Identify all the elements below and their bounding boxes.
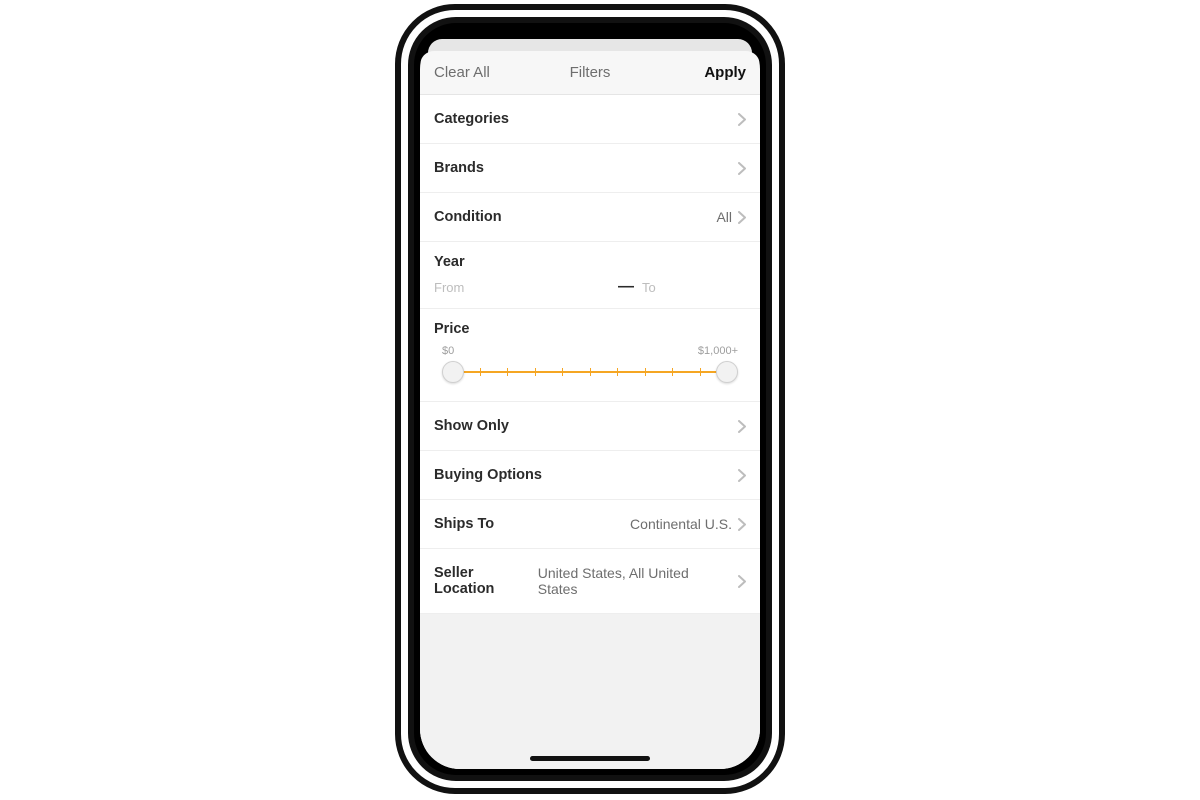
section-label: Price [434,321,746,337]
device-frame-inner: Clear All Filters Apply Categories [408,17,772,781]
home-indicator[interactable] [530,756,650,761]
row-label: Brands [434,160,484,176]
year-from-input[interactable] [434,280,610,295]
chevron-right-icon [738,469,746,482]
chevron-right-icon [738,162,746,175]
slider-handle-min[interactable] [442,361,464,383]
range-dash: — [610,278,642,296]
price-max-label: $1,000+ [698,345,738,357]
price-slider[interactable] [442,359,738,385]
filters-sheet: Clear All Filters Apply Categories [420,51,760,769]
filter-list: Categories Brands [420,95,760,614]
row-label: Seller Location [434,565,538,597]
slider-ticks [452,368,728,376]
row-label: Condition [434,209,502,225]
row-label: Buying Options [434,467,542,483]
chevron-right-icon [738,113,746,126]
row-label: Show Only [434,418,509,434]
row-ships-to[interactable]: Ships To Continental U.S. [420,500,760,549]
chevron-right-icon [738,211,746,224]
section-label: Year [434,254,746,270]
apply-button[interactable]: Apply [642,64,746,81]
chevron-right-icon [738,420,746,433]
list-end-filler [420,614,760,769]
row-brands[interactable]: Brands [420,144,760,193]
row-value: Continental U.S. [630,516,732,532]
row-condition[interactable]: Condition All [420,193,760,242]
row-buying-options[interactable]: Buying Options [420,451,760,500]
clear-all-button[interactable]: Clear All [434,64,538,81]
sheet-header: Clear All Filters Apply [420,51,760,95]
phone-screen: Clear All Filters Apply Categories [420,29,760,769]
slider-handle-max[interactable] [716,361,738,383]
row-value: United States, All United States [538,565,732,597]
sheet-title: Filters [538,64,642,81]
row-categories[interactable]: Categories [420,95,760,144]
year-to-input[interactable] [642,280,760,295]
row-show-only[interactable]: Show Only [420,402,760,451]
row-label: Ships To [434,516,494,532]
chevron-right-icon [738,518,746,531]
price-min-label: $0 [442,345,454,357]
section-year: Year — [420,242,760,309]
section-price: Price $0 $1,000+ [420,309,760,402]
row-seller-location[interactable]: Seller Location United States, All Unite… [420,549,760,614]
row-value: All [716,209,732,225]
row-label: Categories [434,111,509,127]
chevron-right-icon [738,575,746,588]
